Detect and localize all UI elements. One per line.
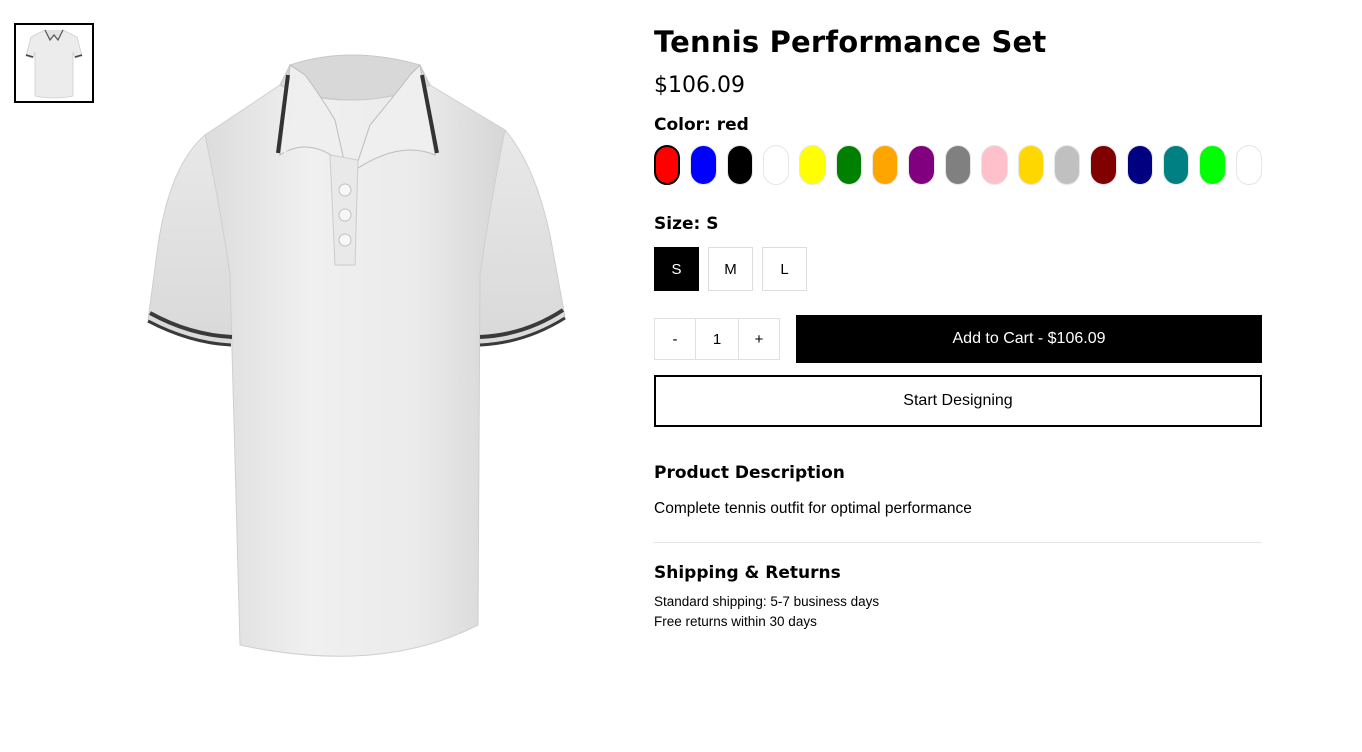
color-swatch[interactable] <box>763 145 790 185</box>
quantity-decrement-button[interactable]: - <box>655 319 695 359</box>
color-swatch[interactable] <box>944 145 972 185</box>
size-option-l[interactable]: L <box>762 247 807 291</box>
shipping-line-returns: Free returns within 30 days <box>654 614 817 629</box>
quantity-increment-button[interactable]: + <box>739 319 779 359</box>
color-swatch[interactable] <box>799 145 826 185</box>
product-price: $106.09 <box>654 73 745 98</box>
polo-shirt-image <box>147 54 566 657</box>
color-swatches <box>654 145 1262 185</box>
product-main-image <box>130 45 580 675</box>
color-swatch[interactable] <box>1162 145 1190 185</box>
size-label: Size: S <box>654 212 1262 236</box>
section-divider <box>654 542 1262 543</box>
shipping-line-standard: Standard shipping: 5-7 business days <box>654 594 880 609</box>
product-info-panel: Tennis Performance Set $106.09 Color: re… <box>654 20 1262 632</box>
quantity-value[interactable]: 1 <box>695 319 739 359</box>
description-title: Product Description <box>654 463 845 483</box>
color-swatch[interactable] <box>1090 145 1117 185</box>
size-label-text: Size: <box>654 214 701 234</box>
size-option-s[interactable]: S <box>654 247 699 291</box>
product-title: Tennis Performance Set <box>654 25 1047 59</box>
color-swatch[interactable] <box>690 145 717 185</box>
color-swatch[interactable] <box>1126 145 1153 185</box>
polo-shirt-thumbnail-image <box>25 29 83 99</box>
product-thumbnail[interactable] <box>14 23 94 103</box>
selected-color-name: red <box>716 115 749 135</box>
color-swatch[interactable] <box>1053 145 1081 185</box>
color-swatch[interactable] <box>981 145 1008 185</box>
cart-row: - 1 + Add to Cart - $106.09 <box>654 315 1262 363</box>
color-label-text: Color: <box>654 115 711 135</box>
color-label: Color: red <box>654 113 1262 137</box>
start-designing-button[interactable]: Start Designing <box>654 375 1262 427</box>
color-swatch[interactable] <box>1199 145 1226 185</box>
add-to-cart-button[interactable]: Add to Cart - $106.09 <box>796 315 1262 363</box>
color-swatch[interactable] <box>1017 145 1044 185</box>
selected-size-name: S <box>706 214 719 234</box>
color-swatch[interactable] <box>1235 145 1262 185</box>
color-swatch[interactable] <box>872 145 899 185</box>
color-swatch[interactable] <box>908 145 935 185</box>
description-text: Complete tennis outfit for optimal perfo… <box>654 500 972 517</box>
shipping-details: Standard shipping: 5-7 business days Fre… <box>654 592 1262 632</box>
size-option-m[interactable]: M <box>708 247 753 291</box>
color-swatch[interactable] <box>654 145 681 185</box>
color-swatch[interactable] <box>835 145 863 185</box>
shipping-title: Shipping & Returns <box>654 563 841 583</box>
color-swatch[interactable] <box>726 145 754 185</box>
quantity-stepper: - 1 + <box>654 318 780 360</box>
size-options: S M L <box>654 247 1262 291</box>
